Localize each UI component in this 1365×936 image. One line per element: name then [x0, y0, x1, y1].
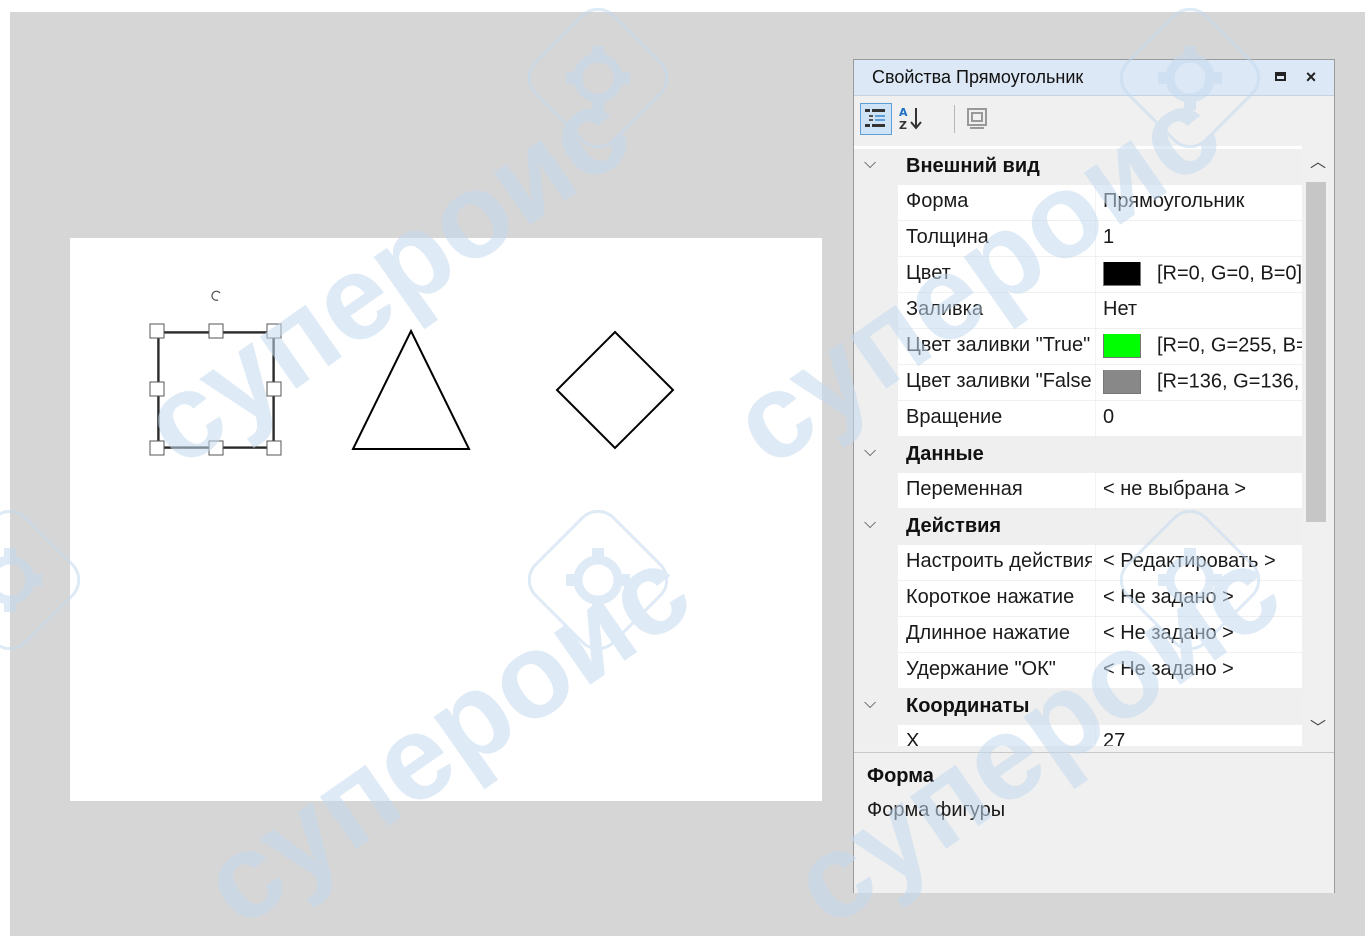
category-appearance[interactable]: ⌵ Внешний вид	[854, 149, 1302, 185]
property-name: Короткое нажатие	[906, 586, 1075, 608]
property-name: Форма	[906, 190, 969, 212]
property-row[interactable]: Короткое нажатие < Не задано >	[854, 581, 1302, 617]
description-text: Форма фигуры	[867, 799, 1006, 821]
property-row[interactable]: Длинное нажатие < Не задано >	[854, 617, 1302, 653]
property-row[interactable]: Переменная < не выбрана >	[854, 473, 1302, 509]
property-value[interactable]: 1	[1103, 226, 1302, 249]
rectangle-shape-selected[interactable]	[157, 331, 275, 449]
category-coordinates[interactable]: ⌵ Координаты	[854, 689, 1302, 725]
sort-alphabetical-icon[interactable]: A Z	[896, 103, 928, 135]
property-name: Вращение	[906, 406, 1003, 428]
svg-text:Z: Z	[899, 119, 907, 132]
property-value[interactable]: < Не задано >	[1103, 622, 1302, 645]
chevron-down-icon[interactable]: ⌵	[864, 443, 876, 461]
screen-canvas[interactable]	[70, 238, 822, 801]
property-row[interactable]: Цвет заливки "False" [R=136, G=136, B=13…	[854, 365, 1302, 401]
property-value[interactable]: 27	[1103, 730, 1302, 746]
property-name: Длинное нажатие	[906, 622, 1070, 644]
resize-handle-ne	[266, 323, 282, 339]
chevron-down-icon[interactable]: ⌵	[864, 515, 876, 533]
maximize-icon[interactable]	[1270, 66, 1292, 88]
property-row[interactable]: Заливка Нет	[854, 293, 1302, 329]
color-swatch	[1103, 370, 1141, 394]
scrollbar-thumb[interactable]	[1306, 182, 1326, 522]
property-value[interactable]: < Не задано >	[1103, 658, 1302, 681]
chevron-down-icon[interactable]: ﹀	[1302, 712, 1334, 746]
property-value[interactable]: 0	[1103, 406, 1302, 429]
panel-toolbar: A Z	[854, 97, 1334, 145]
resize-handles[interactable]	[149, 323, 282, 456]
category-actions[interactable]: ⌵ Действия	[854, 509, 1302, 545]
property-value[interactable]: < Редактировать >	[1103, 550, 1302, 573]
property-description: Форма Форма фигуры	[854, 752, 1334, 893]
panel-title-bar[interactable]: Свойства Прямоугольник ×	[854, 60, 1334, 96]
categorized-view-icon[interactable]	[860, 103, 892, 135]
property-row[interactable]: Вращение 0	[854, 401, 1302, 437]
resize-handle-w	[149, 381, 165, 397]
property-name: Толщина	[906, 226, 989, 248]
property-name: Настроить действия	[906, 550, 1092, 572]
resize-handle-e	[266, 381, 282, 397]
property-value[interactable]: < не выбрана >	[1103, 478, 1302, 501]
property-pages-icon[interactable]	[962, 103, 994, 135]
property-row[interactable]: Настроить действия < Редактировать >	[854, 545, 1302, 581]
property-row[interactable]: X 27	[854, 725, 1302, 746]
property-grid-scrollbar[interactable]: ︿ ﹀	[1302, 146, 1334, 746]
diamond-shape[interactable]	[555, 330, 675, 450]
resize-handle-n	[208, 323, 224, 339]
rotate-handle-icon[interactable]	[211, 290, 221, 301]
color-swatch	[1103, 334, 1141, 358]
resize-handle-se	[266, 440, 282, 456]
description-title: Форма	[867, 765, 934, 787]
property-grid: ⌵ Внешний вид Форма Прямоугольник Толщин…	[854, 146, 1334, 746]
property-value[interactable]: < Не задано >	[1103, 586, 1302, 609]
property-name: X	[906, 730, 920, 746]
chevron-down-icon[interactable]: ⌵	[864, 695, 876, 713]
close-icon[interactable]: ×	[1300, 66, 1322, 88]
property-value[interactable]: [R=136, G=136, B=136]	[1103, 370, 1302, 394]
properties-panel: Свойства Прямоугольник × A Z ⌵ Внешний в…	[853, 59, 1335, 893]
resize-handle-sw	[149, 440, 165, 456]
property-row[interactable]: Форма Прямоугольник	[854, 185, 1302, 221]
property-name: Цвет заливки "False"	[906, 370, 1092, 392]
panel-title: Свойства Прямоугольник	[872, 67, 1084, 87]
property-value[interactable]: Прямоугольник	[1103, 190, 1302, 213]
triangle-shape[interactable]	[351, 328, 471, 450]
property-row[interactable]: Цвет заливки "True" [R=0, G=255, B=0]	[854, 329, 1302, 365]
category-data[interactable]: ⌵ Данные	[854, 437, 1302, 473]
property-name: Заливка	[906, 298, 983, 320]
property-name: Переменная	[906, 478, 1023, 500]
property-row[interactable]: Удержание "ОК" < Не задано >	[854, 653, 1302, 689]
toolbar-separator	[954, 105, 955, 133]
svg-text:A: A	[899, 106, 908, 119]
property-value[interactable]: [R=0, G=255, B=0]	[1103, 334, 1302, 358]
chevron-down-icon[interactable]: ⌵	[864, 155, 876, 173]
property-name: Удержание "ОК"	[906, 658, 1056, 680]
property-name: Цвет заливки "True"	[906, 334, 1091, 356]
property-value[interactable]: [R=0, G=0, B=0]	[1103, 262, 1302, 286]
resize-handle-nw	[149, 323, 165, 339]
property-name: Цвет	[906, 262, 951, 284]
resize-handle-s	[208, 440, 224, 456]
color-swatch	[1103, 262, 1141, 286]
property-row[interactable]: Цвет [R=0, G=0, B=0]	[854, 257, 1302, 293]
chevron-up-icon[interactable]: ︿	[1302, 146, 1334, 180]
property-value[interactable]: Нет	[1103, 298, 1302, 321]
property-row[interactable]: Толщина 1	[854, 221, 1302, 257]
